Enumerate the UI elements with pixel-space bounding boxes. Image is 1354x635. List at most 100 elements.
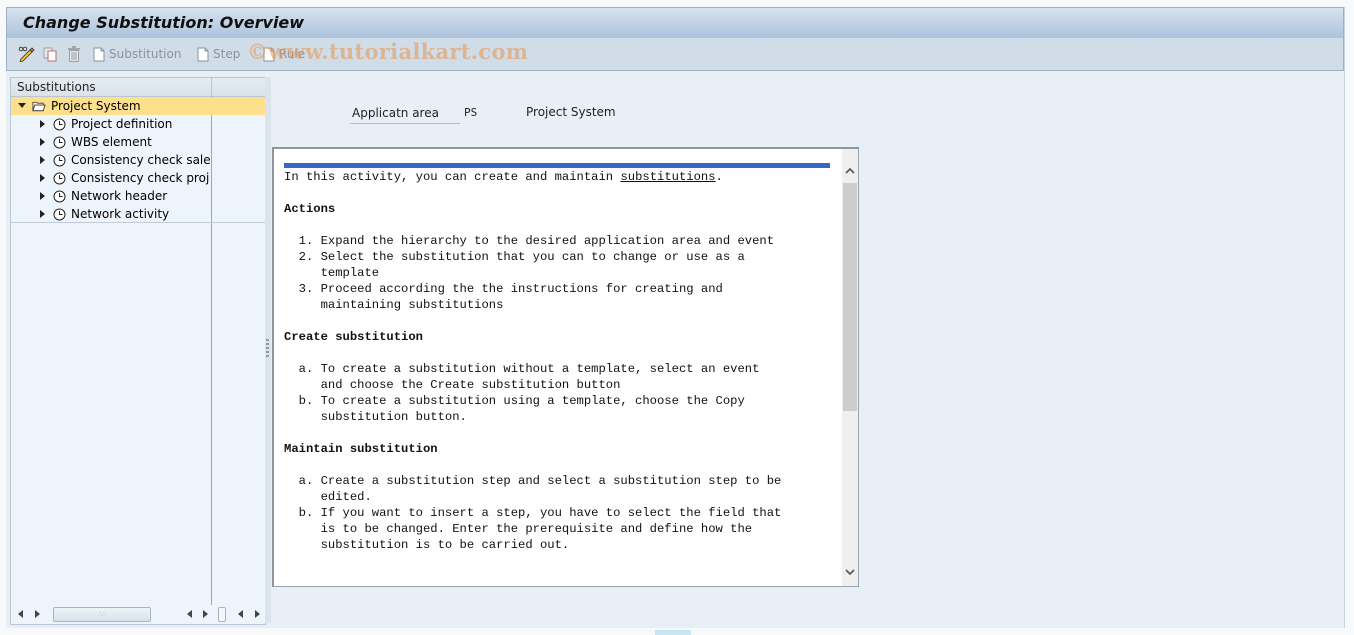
doc-list-item: substitution button. bbox=[284, 410, 467, 424]
title-bar: Change Substitution: Overview bbox=[6, 7, 1344, 39]
clock-icon bbox=[52, 171, 66, 185]
doc-blank-line bbox=[284, 313, 840, 329]
expand-arrow-right-icon[interactable] bbox=[37, 173, 47, 183]
delete-icon bbox=[67, 46, 81, 62]
documentation-header-bar bbox=[284, 163, 830, 168]
doc-list-item: is to be changed. Enter the prerequisite… bbox=[284, 522, 753, 536]
splitter-grip-icon[interactable] bbox=[266, 339, 269, 359]
tree-node-label: Network header bbox=[71, 189, 168, 203]
clock-icon bbox=[52, 135, 66, 149]
scroll-left-icon[interactable] bbox=[16, 609, 24, 619]
scroll-right-icon[interactable] bbox=[201, 609, 209, 619]
clock-icon bbox=[52, 207, 66, 221]
doc-intro: In this activity, you can create and mai… bbox=[284, 169, 840, 185]
substitutions-link[interactable]: substitutions bbox=[620, 170, 715, 184]
tree-node-label: Consistency check sales orders bbox=[71, 153, 210, 167]
tree-node-label: Consistency check project bbox=[71, 171, 210, 185]
tree-node-project-system[interactable]: Project System bbox=[11, 97, 265, 115]
documentation-text: In this activity, you can create and mai… bbox=[284, 169, 840, 553]
scroll-left-icon[interactable] bbox=[185, 609, 193, 619]
expand-arrow-right-icon[interactable] bbox=[37, 191, 47, 201]
document-icon bbox=[93, 47, 105, 62]
expand-arrow-down-icon[interactable] bbox=[17, 101, 27, 111]
tree-header: Substitutions bbox=[11, 78, 265, 97]
expand-arrow-right-icon[interactable] bbox=[37, 155, 47, 165]
doc-list-item: edited. bbox=[284, 490, 372, 504]
document-icon bbox=[263, 47, 275, 62]
expand-arrow-right-icon[interactable] bbox=[37, 119, 47, 129]
application-toolbar: Substitution Step Rule bbox=[6, 38, 1344, 71]
doc-section-heading: Maintain substitution bbox=[284, 442, 438, 456]
doc-list-item: 3. Proceed according the the instruction… bbox=[284, 282, 723, 296]
copy-icon bbox=[42, 46, 58, 62]
application-area-label: Applicatn area bbox=[350, 105, 460, 124]
scroll-down-icon[interactable] bbox=[842, 564, 858, 580]
tree-node-wbs-element[interactable]: WBS element bbox=[11, 133, 265, 151]
expand-arrow-right-icon[interactable] bbox=[37, 209, 47, 219]
delete-button[interactable] bbox=[67, 45, 81, 63]
doc-intro-text: . bbox=[715, 170, 723, 184]
tree-node-label: Project System bbox=[51, 99, 141, 113]
doc-list-item: b. If you want to insert a step, you hav… bbox=[284, 506, 782, 520]
status-strip bbox=[0, 628, 1354, 635]
doc-list-item: template bbox=[284, 266, 380, 280]
substitution-tree: Substitutions Project System Project def… bbox=[10, 77, 266, 625]
doc-intro-text: In this activity, you can create and mai… bbox=[284, 170, 621, 184]
status-tab[interactable] bbox=[655, 630, 691, 635]
rule-label: Rule bbox=[279, 47, 306, 61]
new-rule-button[interactable]: Rule bbox=[263, 45, 305, 63]
display-change-icon bbox=[18, 46, 36, 62]
copy-button[interactable] bbox=[42, 45, 58, 63]
document-icon bbox=[197, 47, 209, 62]
tree-node-network-activity[interactable]: Network activity bbox=[11, 205, 265, 223]
doc-list-item: a. Create a substitution step and select… bbox=[284, 474, 782, 488]
tree-node-project-definition[interactable]: Project definition bbox=[11, 115, 265, 133]
doc-section-heading: Create substitution bbox=[284, 330, 423, 344]
doc-blank-line bbox=[284, 185, 840, 201]
application-area-value: PS bbox=[464, 106, 478, 119]
sap-window: Change Substitution: Overview Substituti… bbox=[6, 7, 1345, 628]
tree-node-consistency-check-project[interactable]: Consistency check project bbox=[11, 169, 265, 187]
scroll-thumb[interactable]: ∴∴ bbox=[53, 607, 151, 622]
doc-blank-line bbox=[284, 217, 840, 233]
substitution-label: Substitution bbox=[109, 47, 182, 61]
clock-icon bbox=[52, 153, 66, 167]
clock-icon bbox=[52, 189, 66, 203]
step-label: Step bbox=[213, 47, 241, 61]
scroll-right-icon[interactable] bbox=[253, 609, 261, 619]
doc-blank-line bbox=[284, 345, 840, 361]
application-area-description: Project System bbox=[526, 105, 616, 119]
tree-column-substitutions[interactable]: Substitutions bbox=[17, 80, 96, 94]
folder-open-icon bbox=[32, 99, 46, 113]
scroll-right-icon[interactable] bbox=[33, 609, 41, 619]
tree-node-label: WBS element bbox=[71, 135, 152, 149]
expand-arrow-right-icon[interactable] bbox=[37, 137, 47, 147]
doc-list-item: b. To create a substitution using a temp… bbox=[284, 394, 745, 408]
documentation-panel: In this activity, you can create and mai… bbox=[272, 147, 859, 587]
window-title: Change Substitution: Overview bbox=[23, 13, 305, 32]
scroll-thumb[interactable] bbox=[843, 183, 857, 411]
tree-node-network-header[interactable]: Network header bbox=[11, 187, 265, 205]
doc-list-item: 1. Expand the hierarchy to the desired a… bbox=[284, 234, 775, 248]
documentation-vertical-scrollbar[interactable] bbox=[842, 149, 858, 586]
doc-list-item: a. To create a substitution without a te… bbox=[284, 362, 760, 376]
tree-horizontal-scrollbar[interactable]: ∴∴ bbox=[11, 605, 265, 623]
tree-row-divider bbox=[11, 222, 265, 223]
new-substitution-button[interactable]: Substitution bbox=[93, 45, 181, 63]
tree-node-consistency-check-sales-orders[interactable]: Consistency check sales orders bbox=[11, 151, 265, 169]
tree-node-label: Network activity bbox=[71, 207, 170, 221]
doc-section-heading: Actions bbox=[284, 202, 336, 216]
doc-list-item: and choose the Create substitution butto… bbox=[284, 378, 621, 392]
panel-splitter[interactable] bbox=[265, 77, 271, 623]
doc-list-item: maintaining substitutions bbox=[284, 298, 504, 312]
scroll-up-icon[interactable] bbox=[842, 163, 858, 179]
display-change-button[interactable] bbox=[18, 45, 36, 63]
scroll-left-icon[interactable] bbox=[236, 609, 244, 619]
doc-list-item: 2. Select the substitution that you can … bbox=[284, 250, 745, 264]
column-scroll-thumb[interactable] bbox=[218, 607, 226, 622]
tree-node-label: Project definition bbox=[71, 117, 173, 131]
new-step-button[interactable]: Step bbox=[197, 45, 240, 63]
doc-blank-line bbox=[284, 425, 840, 441]
column-separator[interactable] bbox=[211, 78, 212, 96]
doc-list-item: substitution is to be carried out. bbox=[284, 538, 570, 552]
